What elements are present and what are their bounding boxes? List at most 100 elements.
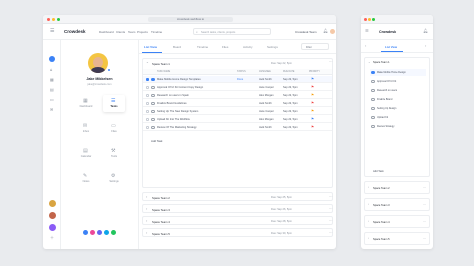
chevron-right-icon[interactable]: ›: [146, 231, 147, 235]
more-icon[interactable]: ⋯: [329, 207, 332, 211]
row-checkbox[interactable]: [146, 101, 149, 105]
table-row[interactable]: Approval Of UI Kit Content Copy Design J…: [143, 84, 332, 91]
minimize-window-icon[interactable]: [52, 18, 55, 21]
menu-icon[interactable]: ☰: [365, 29, 369, 33]
table-row[interactable]: Finalize Brand Guidelines Jack Smith Sep…: [143, 100, 332, 107]
list-item[interactable]: Make Mobile Home Design: [370, 69, 426, 76]
tab-list-view[interactable]: List View: [144, 45, 157, 49]
add-member-icon[interactable]: ＋: [50, 236, 54, 240]
table-row[interactable]: Make Mobile Home Design Templates Done J…: [143, 76, 332, 83]
team-avatar-2[interactable]: [49, 212, 56, 219]
search-input[interactable]: ⌕ Search tasks, clients, projects: [193, 28, 271, 35]
mobile-tab-list-view[interactable]: List View: [385, 45, 397, 49]
grid-icon[interactable]: ▦: [50, 78, 54, 82]
priority-flag-icon[interactable]: ⚑: [311, 77, 314, 81]
more-icon[interactable]: ⋯: [423, 237, 426, 240]
status-icon[interactable]: [151, 101, 155, 106]
task-group-collapsed[interactable]: › Space Team 5 Due: Sep 30, 5pm ⋯: [142, 228, 333, 237]
nav-item-projects[interactable]: Projects: [137, 30, 148, 34]
row-checkbox[interactable]: [146, 125, 149, 129]
chevron-right-icon[interactable]: ›: [146, 219, 147, 223]
close-window-icon[interactable]: [47, 18, 50, 21]
status-icon[interactable]: [371, 106, 375, 111]
mobile-group-collapsed[interactable]: › Space Team 2 ⋯: [364, 181, 430, 194]
chevron-right-icon[interactable]: ›: [146, 207, 147, 211]
list-item[interactable]: Setting Up Design: [370, 105, 426, 112]
row-checkbox[interactable]: [146, 85, 149, 89]
address-bar[interactable]: crowdesk.webflow.io: [148, 17, 233, 22]
chevron-right-icon[interactable]: ›: [368, 203, 369, 206]
status-icon[interactable]: [151, 117, 155, 122]
status-icon[interactable]: [151, 93, 155, 98]
maximize-window-icon[interactable]: [57, 18, 60, 21]
tile-tasks[interactable]: ☰ Tasks: [103, 95, 125, 112]
more-icon[interactable]: ⋯: [423, 203, 426, 206]
status-done-icon[interactable]: [371, 70, 375, 75]
list-item[interactable]: Upload Kit: [370, 114, 426, 121]
status-icon[interactable]: [371, 115, 375, 120]
team-avatar-3[interactable]: [49, 224, 56, 231]
more-icon[interactable]: ⋯: [329, 60, 332, 64]
row-checkbox[interactable]: [146, 109, 149, 113]
mobile-group-collapsed[interactable]: › Space Team 3 ⋯: [364, 198, 430, 211]
chevron-right-icon[interactable]: ›: [368, 186, 369, 189]
list-item[interactable]: Research on users: [370, 87, 426, 94]
priority-flag-icon[interactable]: ⚑: [311, 109, 314, 113]
nav-item-timeline[interactable]: Timeline: [151, 30, 162, 34]
discord-icon[interactable]: [97, 230, 102, 235]
status-icon[interactable]: [151, 85, 155, 90]
priority-flag-icon[interactable]: ⚑: [311, 93, 314, 97]
row-checkbox[interactable]: [146, 93, 149, 97]
telegram-icon[interactable]: [104, 230, 109, 235]
status-icon[interactable]: [371, 79, 375, 84]
minimize-window-icon[interactable]: [368, 18, 371, 21]
chevron-down-icon[interactable]: ⌄: [146, 60, 149, 64]
priority-flag-icon[interactable]: ⚑: [311, 101, 314, 105]
mobile-group-collapsed[interactable]: › Space Team 5 ⋯: [364, 232, 430, 245]
tile-files[interactable]: ▭ Files: [103, 120, 125, 137]
tile-notes[interactable]: ✎ Notes: [75, 170, 97, 187]
status-icon[interactable]: [371, 88, 375, 93]
list-item[interactable]: Approval Of UI Kit: [370, 78, 426, 85]
tile-calendar[interactable]: ▤ Calendar: [75, 145, 97, 162]
status-icon[interactable]: [371, 97, 375, 102]
table-row[interactable]: Setting Up The New Design System Jane Co…: [143, 108, 332, 115]
close-window-icon[interactable]: [364, 18, 367, 21]
chevron-right-icon[interactable]: ›: [146, 195, 147, 199]
more-icon[interactable]: ⋯: [423, 186, 426, 189]
team-avatar-1[interactable]: [49, 200, 56, 207]
row-checkbox[interactable]: [146, 77, 149, 81]
task-group-collapsed[interactable]: › Space Team 4 Due: Sep 28, 5pm ⋯: [142, 216, 333, 225]
nav-item-clients[interactable]: Clients: [116, 30, 125, 34]
more-icon[interactable]: ⋯: [423, 220, 426, 223]
more-icon[interactable]: ⋯: [329, 195, 332, 199]
tile-tools[interactable]: ⚒ Tools: [103, 145, 125, 162]
group-header[interactable]: ⌄ Space Team 1 Due: Sep 22, 5pm ⋯: [143, 59, 332, 67]
status-icon[interactable]: [151, 125, 155, 130]
tab-settings[interactable]: Settings: [267, 45, 278, 49]
status-icon[interactable]: [151, 109, 155, 114]
chevron-down-icon[interactable]: ⌄: [368, 61, 371, 64]
avatar[interactable]: [330, 29, 335, 34]
add-task-button[interactable]: Add Task: [151, 139, 162, 143]
row-checkbox[interactable]: [146, 117, 149, 121]
more-icon[interactable]: ⋯: [329, 219, 332, 223]
phone-icon[interactable]: [83, 230, 88, 235]
mail-icon[interactable]: ✉: [50, 108, 53, 112]
tab-board[interactable]: Board: [173, 45, 181, 49]
mobile-add-task-button[interactable]: Add Task: [373, 170, 384, 173]
priority-flag-icon[interactable]: ⚑: [311, 125, 314, 129]
home-icon[interactable]: ⌂: [50, 68, 53, 72]
bell-icon[interactable]: 🔔︎: [323, 29, 328, 33]
nav-item-team[interactable]: Team: [128, 30, 135, 34]
table-row[interactable]: Review Of The Marketing Strategy Jack Sm…: [143, 124, 332, 131]
tab-files[interactable]: Files: [222, 45, 228, 49]
bell-icon[interactable]: 🔔︎: [423, 29, 428, 33]
chevron-right-icon[interactable]: ›: [425, 44, 426, 48]
chart-icon[interactable]: ▤: [50, 88, 54, 92]
more-icon[interactable]: ⋯: [329, 231, 332, 235]
chevron-left-icon[interactable]: ‹: [365, 44, 366, 48]
task-group-collapsed[interactable]: › Space Team 3 Due: Sep 26, 5pm ⋯: [142, 204, 333, 213]
tab-timeline[interactable]: Timeline: [197, 45, 208, 49]
logo-icon[interactable]: [49, 56, 55, 62]
